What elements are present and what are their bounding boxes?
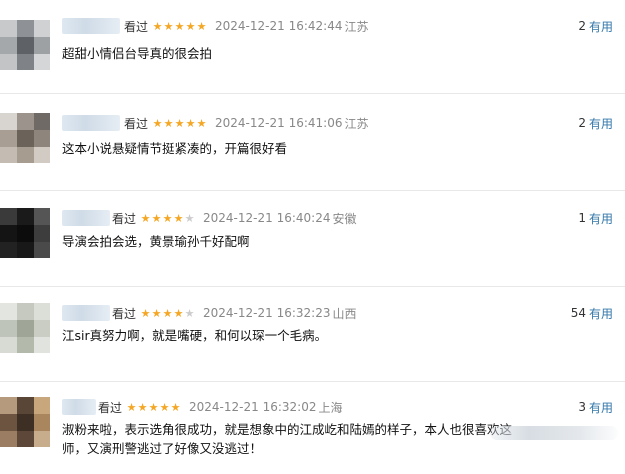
comment-item: 看过 ★ ★ ★ ★ ★ 2024-12-21 16:42:44 江苏 2 有用…: [0, 16, 625, 92]
rating-stars: ★ ★ ★ ★ ★: [152, 118, 207, 129]
star-icon: ★: [137, 400, 148, 414]
vote-area: 2 有用: [578, 113, 613, 133]
divider: [0, 190, 625, 191]
comment-location: 江苏: [344, 19, 369, 34]
star-icon: ★: [140, 211, 151, 225]
comment-item: 看过 ★ ★ ★ ★ ★ 2024-12-21 16:40:24 安徽 1 有用…: [0, 208, 625, 284]
divider: [0, 286, 625, 287]
star-icon: ★: [152, 116, 163, 130]
comment-location: 安徽: [332, 211, 357, 226]
comment-time: 2024-12-21 16:42:44: [215, 19, 343, 33]
blurred-text: [490, 426, 618, 440]
star-icon: ★: [162, 211, 173, 225]
useful-button[interactable]: 有用: [589, 115, 613, 132]
vote-area: 54 有用: [571, 303, 613, 323]
comment-time: 2024-12-21 16:32:23: [203, 306, 331, 320]
watched-status: 看过: [98, 400, 123, 415]
avatar[interactable]: [0, 303, 50, 353]
watched-status: 看过: [124, 19, 149, 34]
star-icon: ★: [196, 19, 207, 33]
comment-item: 看过 ★ ★ ★ ★ ★ 2024-12-21 16:32:02 上海 3 有用…: [0, 397, 625, 474]
comment-location: 上海: [318, 400, 343, 415]
comment-time: 2024-12-21 16:41:06: [215, 116, 343, 130]
star-icon: ★: [173, 211, 184, 225]
username[interactable]: [62, 399, 96, 415]
username[interactable]: [62, 210, 110, 226]
avatar[interactable]: [0, 397, 50, 447]
star-icon: ★: [148, 400, 159, 414]
vote-count: 54: [570, 306, 586, 320]
watched-status: 看过: [112, 306, 137, 321]
star-icon: ★: [184, 306, 195, 320]
vote-count: 1: [578, 211, 586, 225]
vote-area: 3 有用: [578, 397, 613, 417]
vote-count: 2: [578, 116, 586, 130]
useful-button[interactable]: 有用: [589, 399, 613, 416]
watched-status: 看过: [124, 116, 149, 131]
comment-meta: 看过 ★ ★ ★ ★ ★ 2024-12-21 16:32:23 山西: [112, 303, 356, 323]
vote-area: 1 有用: [578, 208, 613, 228]
useful-button[interactable]: 有用: [589, 210, 613, 227]
comment-meta: 看过 ★ ★ ★ ★ ★ 2024-12-21 16:32:02 上海: [98, 397, 342, 417]
comment-text: 这本小说悬疑情节挺紧凑的，开篇很好看: [62, 141, 288, 156]
star-icon: ★: [184, 211, 195, 225]
comment-meta: 看过 ★ ★ ★ ★ ★ 2024-12-21 16:42:44 江苏: [124, 16, 368, 36]
comment-meta: 看过 ★ ★ ★ ★ ★ 2024-12-21 16:40:24 安徽: [112, 208, 356, 228]
comment-item: 看过 ★ ★ ★ ★ ★ 2024-12-21 16:32:23 山西 54 有…: [0, 303, 625, 379]
vote-count: 3: [578, 400, 586, 414]
useful-button[interactable]: 有用: [589, 18, 613, 35]
comment-location: 山西: [332, 306, 357, 321]
useful-button[interactable]: 有用: [589, 305, 613, 322]
star-icon: ★: [159, 400, 170, 414]
star-icon: ★: [185, 19, 196, 33]
comment-text-continued: 师，又演刑警逃过了好像又没逃过！: [62, 441, 263, 456]
star-icon: ★: [151, 211, 162, 225]
star-icon: ★: [152, 19, 163, 33]
watched-status: 看过: [112, 211, 137, 226]
comment-time: 2024-12-21 16:32:02: [189, 400, 317, 414]
avatar[interactable]: [0, 113, 50, 163]
star-icon: ★: [174, 19, 185, 33]
star-icon: ★: [162, 306, 173, 320]
comment-time: 2024-12-21 16:40:24: [203, 211, 331, 225]
rating-stars: ★ ★ ★ ★ ★: [140, 308, 195, 319]
divider: [0, 93, 625, 94]
comment-text: 超甜小情侣台导真的很会拍: [62, 46, 213, 61]
comment-text: 江sir真努力啊，就是嘴硬，和何以琛一个毛病。: [62, 328, 328, 343]
star-icon: ★: [163, 116, 174, 130]
divider: [0, 381, 625, 382]
rating-stars: ★ ★ ★ ★ ★: [152, 21, 207, 32]
star-icon: ★: [173, 306, 184, 320]
comment-meta: 看过 ★ ★ ★ ★ ★ 2024-12-21 16:41:06 江苏: [124, 113, 368, 133]
star-icon: ★: [151, 306, 162, 320]
comment-location: 江苏: [344, 116, 369, 131]
username[interactable]: [62, 115, 120, 131]
star-icon: ★: [170, 400, 181, 414]
comment-item: 看过 ★ ★ ★ ★ ★ 2024-12-21 16:41:06 江苏 2 有用…: [0, 113, 625, 189]
star-icon: ★: [185, 116, 196, 130]
vote-area: 2 有用: [578, 16, 613, 36]
rating-stars: ★ ★ ★ ★ ★: [126, 402, 181, 413]
star-icon: ★: [196, 116, 207, 130]
avatar[interactable]: [0, 20, 50, 70]
avatar[interactable]: [0, 208, 50, 258]
star-icon: ★: [163, 19, 174, 33]
rating-stars: ★ ★ ★ ★ ★: [140, 213, 195, 224]
star-icon: ★: [140, 306, 151, 320]
username[interactable]: [62, 18, 120, 34]
vote-count: 2: [578, 19, 586, 33]
username[interactable]: [62, 305, 110, 321]
star-icon: ★: [126, 400, 137, 414]
comment-text: 导演会拍会选，黄景瑜孙千好配啊: [62, 234, 250, 249]
star-icon: ★: [174, 116, 185, 130]
